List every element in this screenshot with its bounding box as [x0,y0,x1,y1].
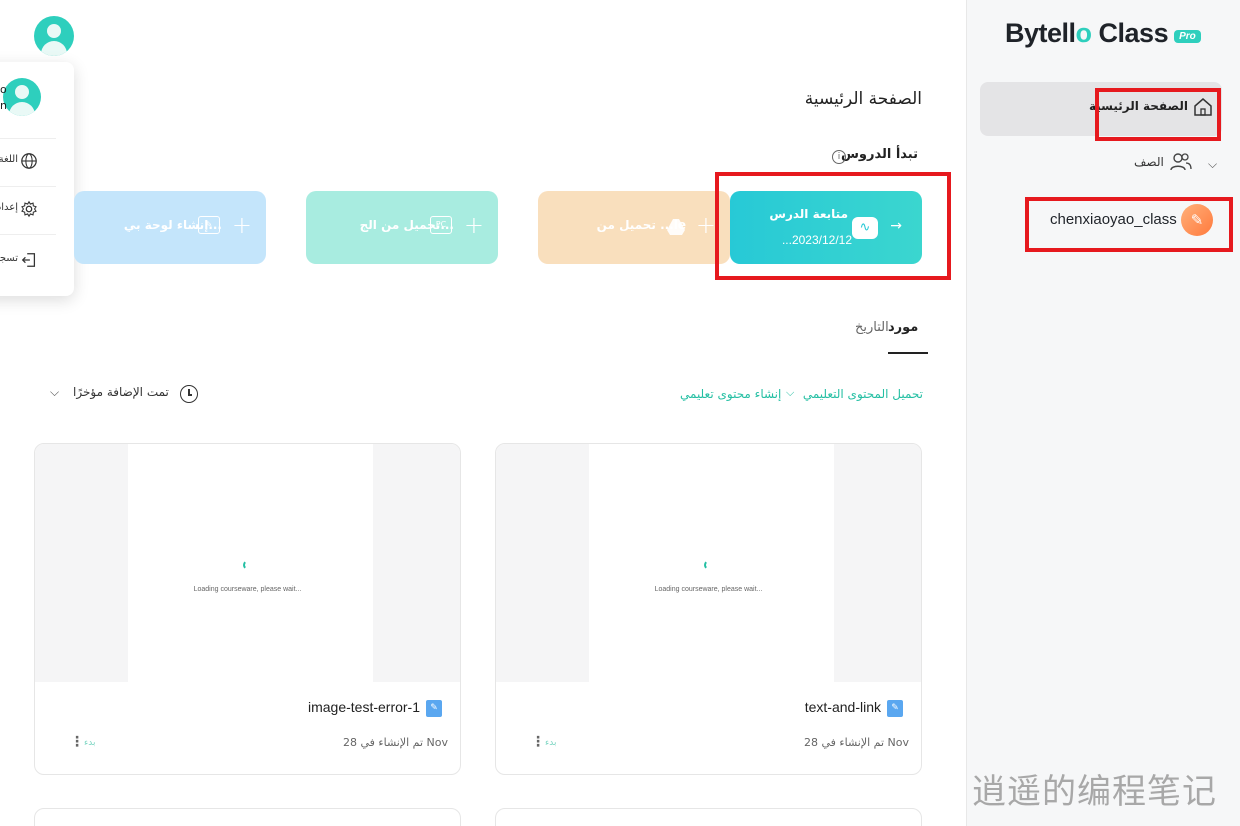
sidebar-item-class-label[interactable]: الصف [1134,155,1164,169]
resource-card-partial[interactable] [495,808,922,826]
resource-start-button[interactable]: بدء [84,738,95,748]
page-title: الصفحة الرئيسية [804,89,922,109]
menu-item-logout-label: تسجيل [0,253,18,264]
chevron-down-icon[interactable]: ⌵ [786,386,794,400]
resource-name: text-and-link [804,699,881,715]
chevron-down-icon[interactable]: ⌵ [1208,157,1217,172]
info-icon[interactable]: i [832,150,846,164]
main-content: o n اللغة إعدادات تسجيل الصفحة الرئيسية … [0,0,966,826]
user-avatar[interactable] [34,16,74,56]
upload-from-pc-card[interactable]: + تحميل من الج... PC [306,191,498,264]
loading-spinner-icon [243,560,253,570]
loading-text: Loading courseware, please wait... [193,586,302,593]
highlight-box-class [1025,197,1233,252]
highlight-box-continue-lesson [715,172,951,280]
menu-username-fragment: o [0,83,7,96]
brand-name: Bytello Class [1005,18,1169,48]
tab-resources[interactable]: مورد [888,320,918,335]
menu-avatar [3,78,41,116]
resource-card-partial[interactable] [34,808,461,826]
create-whiteboard-card[interactable]: + إنشاء لوحة بي... ✎ [74,191,266,264]
document-icon: ✎ [426,700,442,717]
upload-from-drive-card[interactable]: + تحميل من ...le [538,191,730,264]
resource-card-image-test-error-1[interactable]: Loading courseware, please wait... image… [34,443,461,775]
menu-username-fragment-2: n [0,99,7,112]
upload-content-link[interactable]: تحميل المحتوى التعليمي [803,387,923,401]
sort-label[interactable]: تمت الإضافة مؤخرًا [73,385,169,399]
tab-history[interactable]: التاريخ [855,320,889,335]
section-title: تبدأ الدروس [840,147,918,162]
plus-icon: + [463,211,484,239]
more-options-icon[interactable]: ⋮ [531,734,545,750]
menu-item-settings-label: إعدادات [0,202,18,213]
resource-date: تم الإنشاء في 28 Nov [343,736,448,749]
plus-icon: + [231,211,252,239]
resource-start-button[interactable]: بدء [545,738,556,748]
menu-item-language-label: اللغة [0,154,18,165]
highlight-box-home [1095,88,1221,141]
sort-chevron-down-icon[interactable]: ⌵ [50,385,59,400]
loading-spinner-icon [704,560,714,570]
menu-item-settings[interactable]: إعدادات [0,199,40,221]
logout-icon [21,253,36,267]
globe-icon [21,153,37,169]
watermark-text: 逍遥的编程笔记 [972,772,1217,812]
brand-logo: Bytello Class Pro [1005,18,1201,49]
clock-icon [180,385,198,403]
pc-icon: PC [430,216,452,234]
gear-icon [21,200,37,218]
plus-icon: + [695,211,716,239]
resource-date: تم الإنشاء في 28 Nov [804,736,909,749]
user-dropdown-menu: o n اللغة إعدادات تسجيل [0,62,74,296]
tab-underline [888,352,928,354]
more-options-icon[interactable]: ⋮ [70,734,84,750]
drive-icon [667,219,685,235]
loading-text: Loading courseware, please wait... [654,586,763,593]
users-icon [1170,153,1192,171]
pro-badge: Pro [1174,30,1201,43]
whiteboard-icon: ✎ [198,216,220,234]
create-content-link[interactable]: إنشاء محتوى تعليمي [680,387,781,401]
resource-card-text-and-link[interactable]: Loading courseware, please wait... text-… [495,443,922,775]
menu-item-language[interactable]: اللغة [0,151,40,173]
resource-name: image-test-error-1 [307,699,420,715]
document-icon: ✎ [887,700,903,717]
menu-item-logout[interactable]: تسجيل [0,250,40,272]
